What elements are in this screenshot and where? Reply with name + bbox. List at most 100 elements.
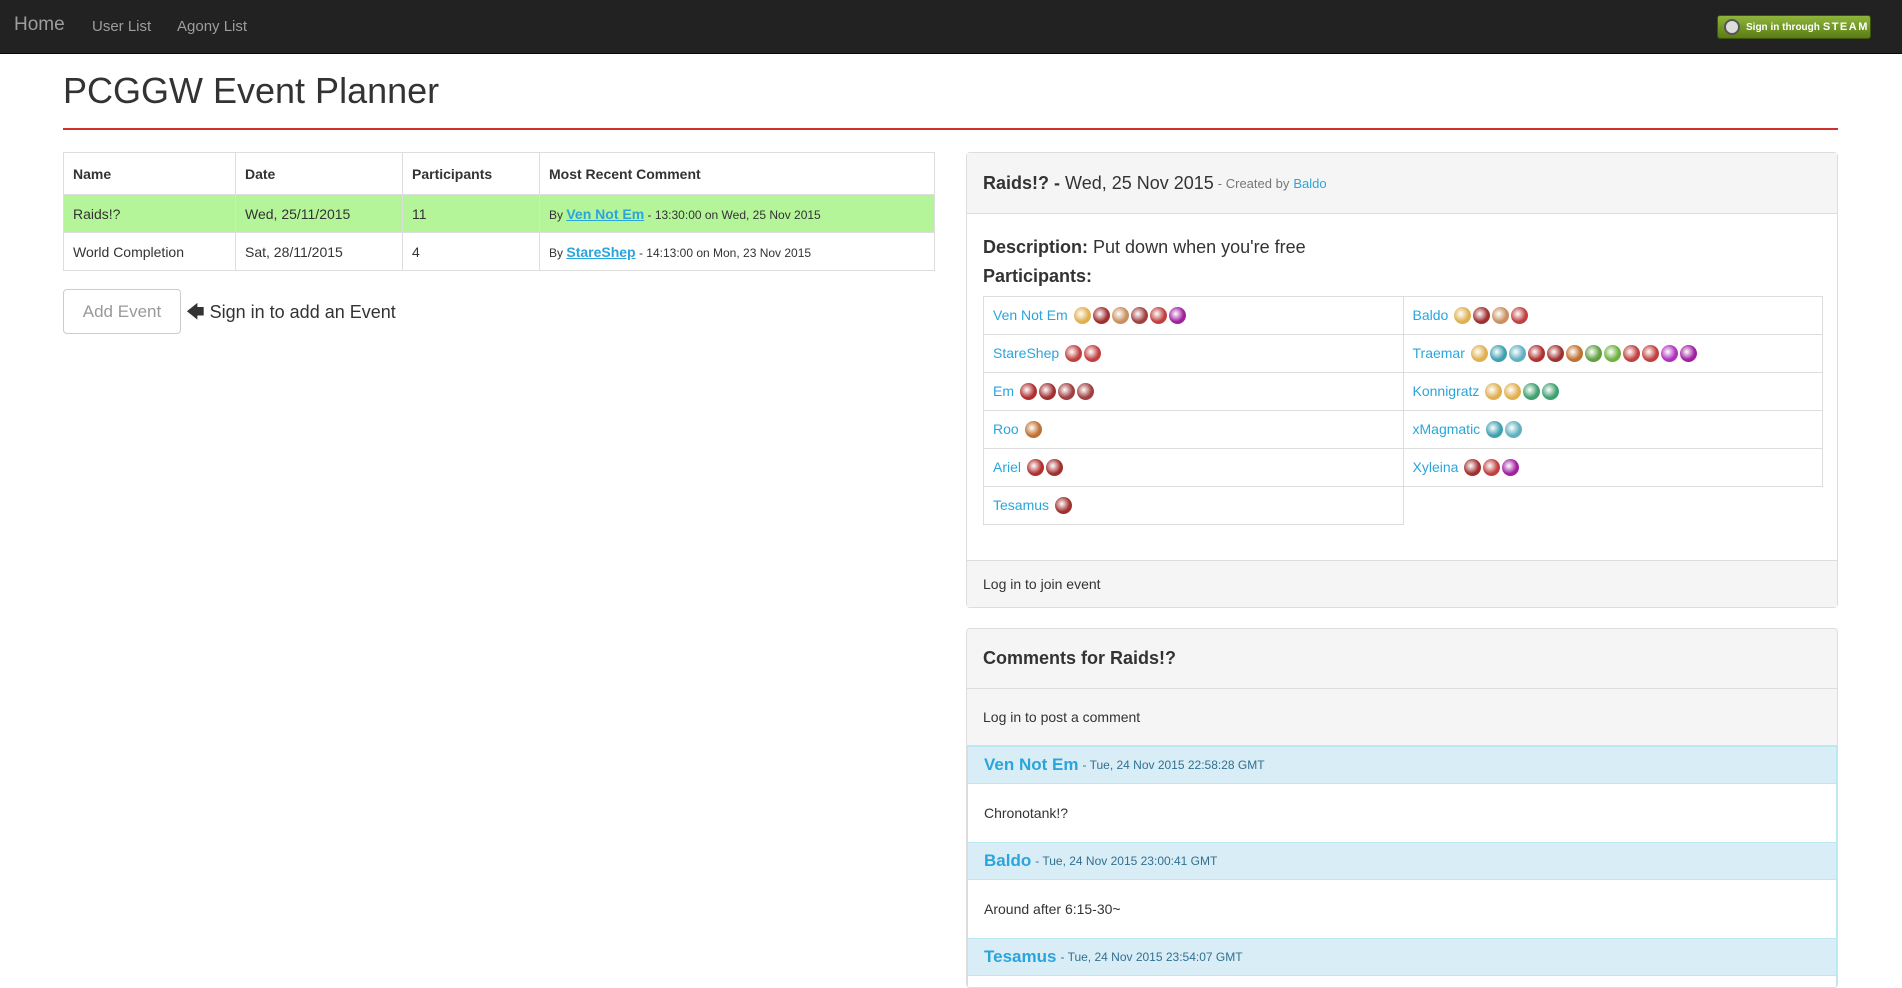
profession-badge-icon xyxy=(1092,307,1110,325)
profession-badge-icon xyxy=(1542,383,1560,401)
events-header-row: Name Date Participants Most Recent Comme… xyxy=(63,152,935,195)
comments-panel: Comments for Raids!? Log in to post a co… xyxy=(966,628,1838,988)
event-detail-panel: Raids!? - Wed, 25 Nov 2015 - Created by … xyxy=(966,152,1838,608)
steam-signin-label: Sign in through xyxy=(1746,21,1820,33)
event-row[interactable]: Raids!? Wed, 25/11/2015 11 By Ven Not Em… xyxy=(63,194,935,233)
participant-cell: Xyleina xyxy=(1402,448,1823,487)
comment-timestamp: - Tue, 24 Nov 2015 22:58:28 GMT xyxy=(1082,758,1265,772)
profession-badge-icon xyxy=(1038,383,1056,401)
events-table: Name Date Participants Most Recent Comme… xyxy=(63,152,935,271)
comment-author[interactable]: Tesamus xyxy=(984,947,1056,967)
participant-link[interactable]: Xyleina xyxy=(1413,459,1459,475)
steam-icon xyxy=(1724,19,1740,35)
profession-badge-icon xyxy=(1511,307,1529,325)
participant-row: Em Konnigratz xyxy=(983,372,1823,411)
comment-text: Around after 6:15-30~ xyxy=(967,880,1837,938)
event-detail-header: Raids!? - Wed, 25 Nov 2015 - Created by … xyxy=(967,153,1837,214)
participant-cell-empty xyxy=(1403,487,1823,525)
participant-row: StareShep Traemar xyxy=(983,334,1823,373)
participant-cell: Konnigratz xyxy=(1402,372,1823,411)
steam-word: STEAM xyxy=(1822,21,1869,33)
profession-badge-icon xyxy=(1565,345,1583,363)
profession-badge-icon xyxy=(1523,383,1541,401)
arrow-left-icon: 🡄 xyxy=(186,302,205,322)
navbar: Home User List Agony List Sign in throug… xyxy=(0,0,1902,54)
participants-heading: Participants: xyxy=(983,266,1093,286)
join-event-footer[interactable]: Log in to join event xyxy=(967,560,1837,607)
profession-badge-icon xyxy=(1483,459,1501,477)
profession-badge-icon xyxy=(1641,345,1659,363)
profession-badge-icon xyxy=(1584,345,1602,363)
participant-link[interactable]: StareShep xyxy=(993,345,1059,361)
comment-author[interactable]: Baldo xyxy=(984,851,1031,871)
participant-link[interactable]: Ven Not Em xyxy=(993,307,1068,323)
participant-link[interactable]: Konnigratz xyxy=(1413,383,1480,399)
profession-badge-icon xyxy=(1130,307,1148,325)
participant-cell: Ven Not Em xyxy=(983,296,1404,335)
profession-badge-icon xyxy=(1065,345,1083,363)
participant-cell: Ariel xyxy=(983,448,1404,487)
profession-badge-icon xyxy=(1527,345,1545,363)
profession-badge-icon xyxy=(1019,383,1037,401)
created-by-label: - Created by xyxy=(1217,175,1290,191)
participant-cell: Tesamus xyxy=(983,486,1404,525)
event-recent-comment: By Ven Not Em - 13:30:00 on Wed, 25 Nov … xyxy=(539,194,935,233)
profession-badge-icon xyxy=(1622,345,1640,363)
comment-header: Tesamus - Tue, 24 Nov 2015 23:54:07 GMT xyxy=(967,938,1837,976)
col-date: Date xyxy=(235,152,403,195)
event-description: Description: Put down when you're free xyxy=(983,237,1306,258)
by-label: By xyxy=(549,245,564,260)
participant-link[interactable]: xMagmatic xyxy=(1413,421,1481,437)
add-event-button[interactable]: Add Event xyxy=(63,289,181,334)
participant-link[interactable]: Tesamus xyxy=(993,497,1049,513)
participant-cell: Em xyxy=(983,372,1404,411)
participant-link[interactable]: Baldo xyxy=(1413,307,1449,323)
signin-hint: 🡄 Sign in to add an Event xyxy=(186,300,396,330)
profession-badge-icon xyxy=(1045,459,1063,477)
col-name: Name xyxy=(63,152,236,195)
participant-cell: Roo xyxy=(983,410,1404,449)
comment-stamp: - 14:13:00 on Mon, 23 Nov 2015 xyxy=(638,245,812,260)
login-to-comment[interactable]: Log in to post a comment xyxy=(967,689,1837,746)
participant-link[interactable]: Traemar xyxy=(1413,345,1465,361)
event-name: Raids!? xyxy=(63,194,236,233)
profession-badge-icon xyxy=(1473,307,1491,325)
profession-badge-icon xyxy=(1504,383,1522,401)
event-date: Sat, 28/11/2015 xyxy=(235,232,403,271)
profession-badge-icon xyxy=(1464,459,1482,477)
event-date: Wed, 25/11/2015 xyxy=(235,194,403,233)
description-text: Put down when you're free xyxy=(1093,237,1306,257)
profession-badge-icon xyxy=(1076,383,1094,401)
steam-signin-button[interactable]: Sign in through STEAM xyxy=(1717,15,1871,39)
profession-badge-icon xyxy=(1470,345,1488,363)
comment-author-link[interactable]: Ven Not Em xyxy=(566,206,644,222)
col-recent-comment: Most Recent Comment xyxy=(539,152,935,195)
event-name: World Completion xyxy=(63,232,236,271)
home-link[interactable]: Home xyxy=(14,14,65,36)
participant-row: Roo xMagmatic xyxy=(983,410,1823,449)
participant-link[interactable]: Ariel xyxy=(993,459,1021,475)
event-recent-comment: By StareShep - 14:13:00 on Mon, 23 Nov 2… xyxy=(539,232,935,271)
profession-badge-icon xyxy=(1508,345,1526,363)
comment-author-link[interactable]: StareShep xyxy=(566,244,635,260)
profession-badge-icon xyxy=(1073,307,1091,325)
description-label: Description: xyxy=(983,237,1089,257)
comment-header: Baldo - Tue, 24 Nov 2015 23:00:41 GMT xyxy=(967,842,1837,880)
page-title: PCGGW Event Planner xyxy=(63,70,440,111)
profession-badge-icon xyxy=(1485,383,1503,401)
participant-row: Ariel Xyleina xyxy=(983,448,1823,487)
comment-author[interactable]: Ven Not Em xyxy=(984,755,1078,775)
event-row[interactable]: World Completion Sat, 28/11/2015 4 By St… xyxy=(63,232,935,271)
participant-row: Tesamus xyxy=(983,486,1823,525)
title-divider xyxy=(63,128,1838,130)
nav-user-list[interactable]: User List xyxy=(92,18,151,35)
profession-badge-icon xyxy=(1084,345,1102,363)
participant-link[interactable]: Em xyxy=(993,383,1014,399)
profession-badge-icon xyxy=(1054,497,1072,515)
creator-link[interactable]: Baldo xyxy=(1293,176,1326,191)
participant-link[interactable]: Roo xyxy=(993,421,1019,437)
participants-grid: Ven Not Em Baldo StareShep Traemar Em Ko… xyxy=(983,296,1823,525)
event-detail-name: Raids!? - xyxy=(983,172,1061,193)
comment-timestamp: - Tue, 24 Nov 2015 23:00:41 GMT xyxy=(1035,854,1218,868)
nav-agony-list[interactable]: Agony List xyxy=(177,18,247,35)
